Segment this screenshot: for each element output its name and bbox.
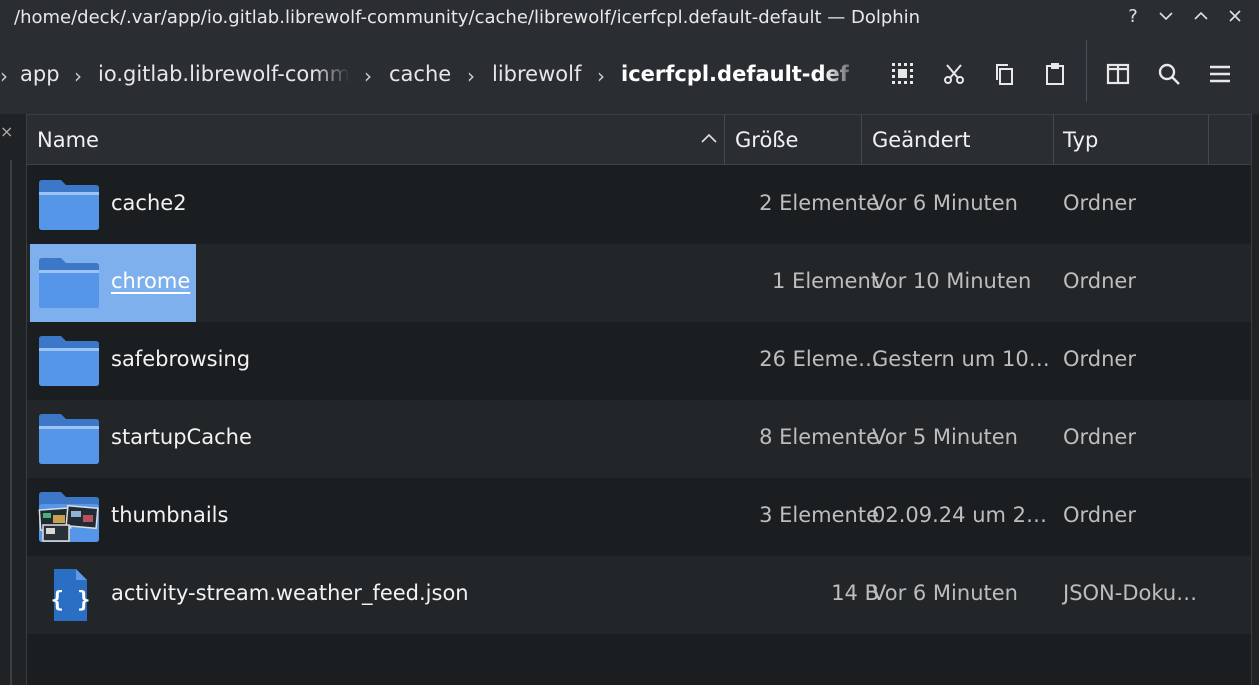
breadcrumb-item-io-gitlab[interactable]: io.gitlab.librewolf-community xyxy=(98,62,348,86)
breadcrumb-item-current[interactable]: icerfcpl.default-default xyxy=(621,62,849,86)
sort-ascending-icon[interactable] xyxy=(699,129,719,149)
breadcrumb-separator-icon[interactable]: › xyxy=(597,64,605,88)
close-button[interactable] xyxy=(1222,3,1248,29)
breadcrumb-separator-icon[interactable]: › xyxy=(364,64,372,88)
title-bar: /home/deck/.var/app/io.gitlab.librewolf-… xyxy=(0,0,1259,34)
column-divider[interactable] xyxy=(724,115,725,165)
select-all-icon xyxy=(892,63,913,84)
paste-button[interactable] xyxy=(1037,56,1073,92)
minimize-button[interactable] xyxy=(1153,3,1179,29)
column-size-header[interactable]: Größe xyxy=(735,115,798,165)
svg-text:{ }: { } xyxy=(51,588,91,613)
file-type: Ordner xyxy=(1063,503,1136,527)
search-icon xyxy=(1158,63,1180,85)
column-divider[interactable] xyxy=(861,115,862,165)
file-size: 26 Eleme… xyxy=(759,347,879,371)
file-modified: Vor 10 Minuten xyxy=(872,269,1032,293)
file-size: 2 Elemente xyxy=(759,191,879,215)
folder-thumbnails-icon xyxy=(38,492,99,542)
file-modified: Gestern um 10… xyxy=(872,347,1050,371)
file-type: JSON-Doku… xyxy=(1063,581,1198,605)
split-view-icon xyxy=(1106,63,1130,85)
file-name: cache2 xyxy=(111,191,187,215)
file-type: Ordner xyxy=(1063,347,1136,371)
chevron-up-icon xyxy=(1194,11,1208,20)
help-button[interactable]: ? xyxy=(1120,3,1146,29)
left-panel-border xyxy=(10,160,12,685)
cut-button[interactable] xyxy=(936,56,972,92)
toolbar-separator xyxy=(1086,40,1087,102)
folder-icon xyxy=(39,336,99,386)
right-panel-edge xyxy=(1252,114,1259,685)
toolbar: › app › io.gitlab.librewolf-community › … xyxy=(0,34,1259,114)
file-modified: Vor 5 Minuten xyxy=(872,425,1018,449)
file-size: 1 Element xyxy=(772,269,879,293)
breadcrumb-fade xyxy=(824,54,860,94)
paste-icon xyxy=(1046,63,1064,85)
menu-button[interactable] xyxy=(1202,56,1238,92)
file-row[interactable]: startupCache 8 Elemente Vor 5 Minuten Or… xyxy=(27,400,1251,478)
file-name: activity-stream.weather_feed.json xyxy=(111,581,469,605)
folder-icon xyxy=(39,180,99,230)
chevron-down-icon xyxy=(1159,12,1173,21)
file-name[interactable]: chrome xyxy=(111,269,190,293)
column-modified-header[interactable]: Geändert xyxy=(872,115,971,165)
file-size: 3 Elemente xyxy=(759,503,879,527)
column-header: Name Größe Geändert Typ xyxy=(27,115,1251,165)
breadcrumb-item-app[interactable]: app xyxy=(20,62,60,86)
file-type: Ordner xyxy=(1063,191,1136,215)
breadcrumb-separator-icon[interactable]: › xyxy=(74,64,82,88)
json-file-icon: { } xyxy=(51,569,91,621)
copy-button[interactable] xyxy=(987,56,1023,92)
file-row[interactable]: safebrowsing 26 Eleme… Gestern um 10… Or… xyxy=(27,322,1251,400)
file-row[interactable]: { } activity-stream.weather_feed.json 14… xyxy=(27,556,1251,634)
breadcrumb: › app › io.gitlab.librewolf-community › … xyxy=(0,34,860,114)
file-row[interactable]: cache2 2 Elemente Vor 6 Minuten Ordner xyxy=(27,166,1251,244)
breadcrumb-separator-icon: › xyxy=(0,64,8,88)
column-divider[interactable] xyxy=(1208,115,1209,165)
breadcrumb-item-librewolf[interactable]: librewolf xyxy=(492,62,581,86)
folder-icon xyxy=(39,258,99,308)
copy-icon xyxy=(996,64,1013,85)
column-type-header[interactable]: Typ xyxy=(1063,115,1098,165)
file-name: safebrowsing xyxy=(111,347,251,371)
column-divider[interactable] xyxy=(1053,115,1054,165)
breadcrumb-item-cache[interactable]: cache xyxy=(389,62,451,86)
left-panel-edge xyxy=(0,114,24,685)
file-type: Ordner xyxy=(1063,425,1136,449)
cut-icon xyxy=(944,64,964,84)
search-button[interactable] xyxy=(1151,56,1187,92)
breadcrumb-separator-icon[interactable]: › xyxy=(467,64,475,88)
column-name-header[interactable]: Name xyxy=(37,115,99,165)
file-row[interactable]: thumbnails 3 Elemente 02.09.24 um 2… Ord… xyxy=(27,478,1251,556)
file-row[interactable]: chrome 1 Element Vor 10 Minuten Ordner xyxy=(27,244,1251,322)
breadcrumb-fade xyxy=(314,54,350,94)
window-title: /home/deck/.var/app/io.gitlab.librewolf-… xyxy=(14,7,921,28)
select-all-button[interactable] xyxy=(885,56,921,92)
close-icon xyxy=(1229,10,1241,22)
maximize-button[interactable] xyxy=(1188,3,1214,29)
file-modified: Vor 6 Minuten xyxy=(872,191,1018,215)
menu-icon xyxy=(1210,65,1230,83)
file-modified: 02.09.24 um 2… xyxy=(872,503,1047,527)
file-view[interactable]: Name Größe Geändert Typ cache2 2 Element… xyxy=(26,114,1252,685)
split-view-button[interactable] xyxy=(1100,56,1136,92)
file-name: thumbnails xyxy=(111,503,229,527)
file-type: Ordner xyxy=(1063,269,1136,293)
file-size: 8 Elemente xyxy=(759,425,879,449)
left-panel-close-icon[interactable]: × xyxy=(0,122,13,141)
file-modified: Vor 6 Minuten xyxy=(872,581,1018,605)
folder-icon xyxy=(39,414,99,464)
file-name: startupCache xyxy=(111,425,252,449)
